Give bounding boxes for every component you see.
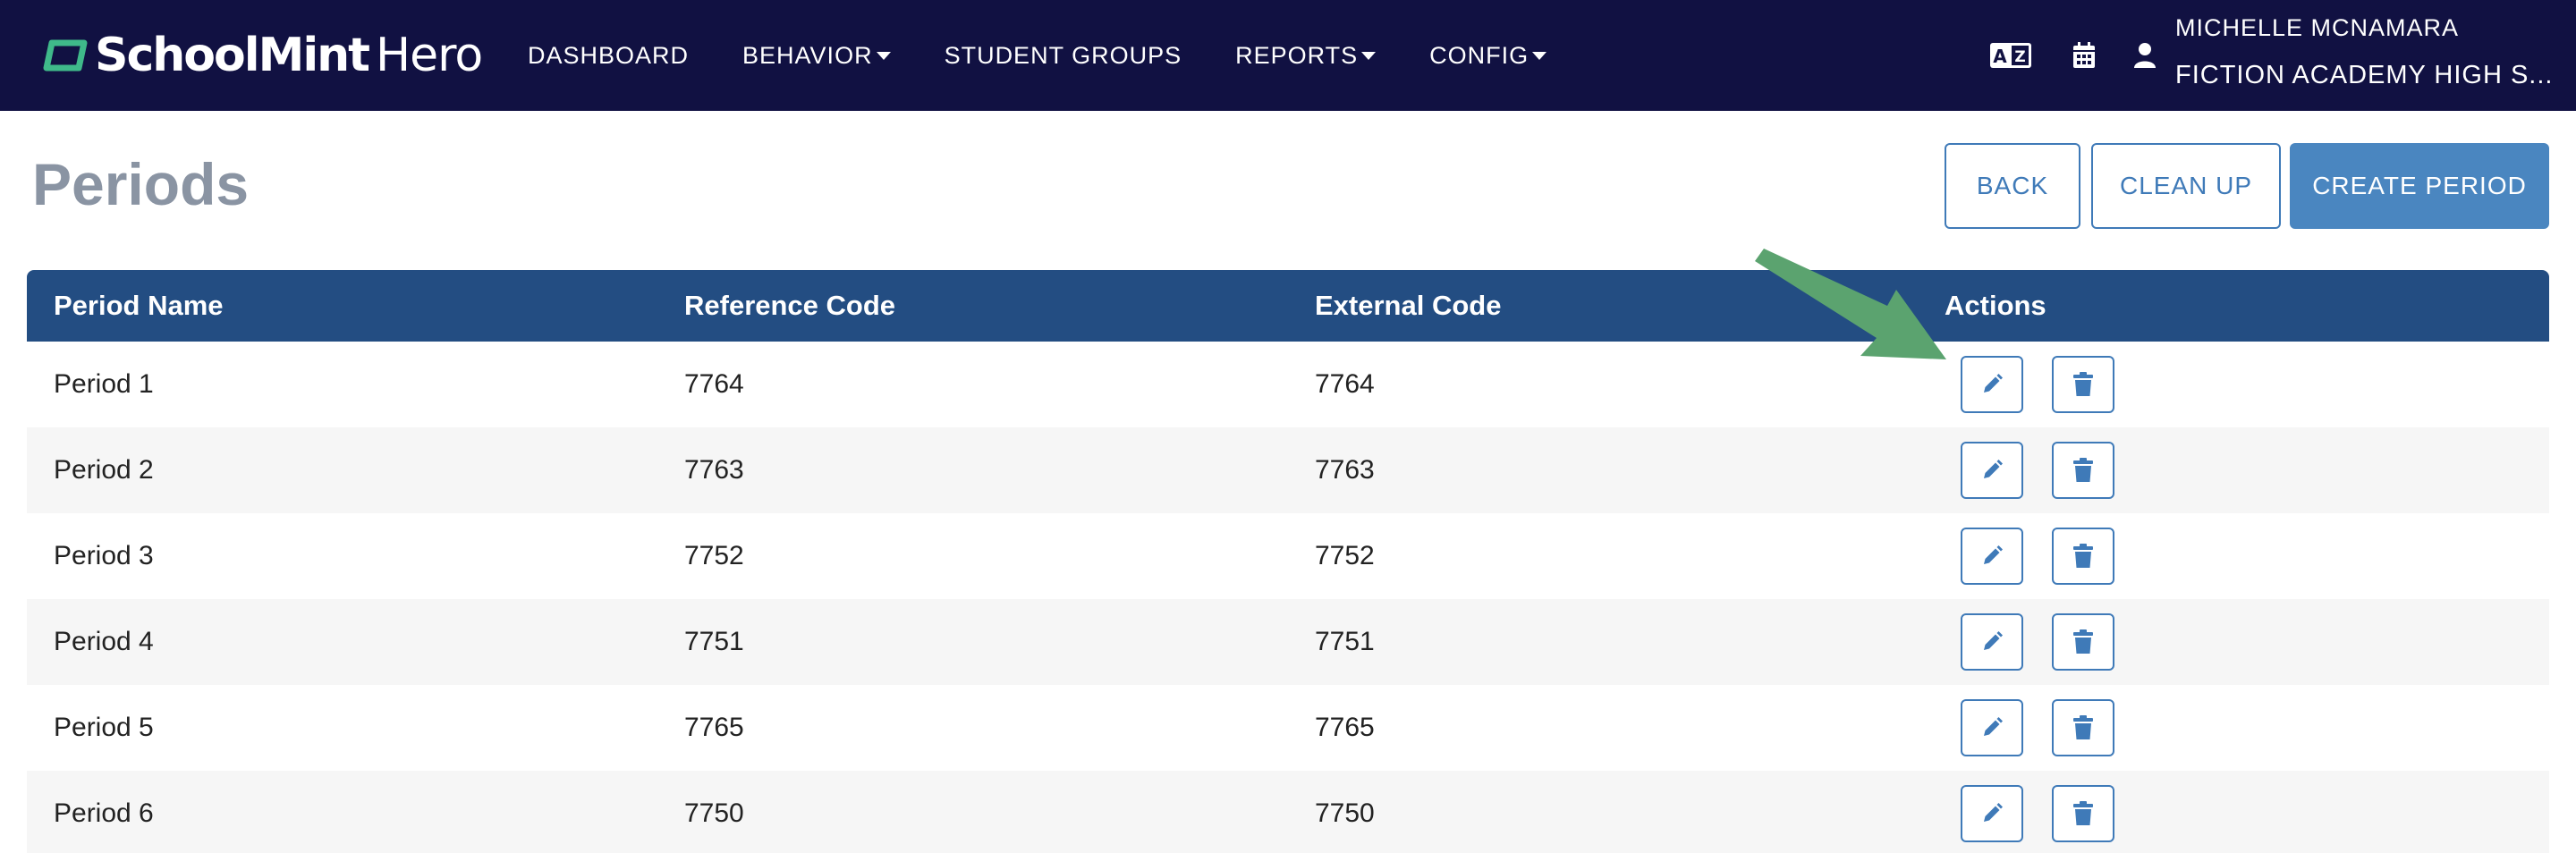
external-code: 7764 — [1315, 369, 1375, 399]
table-header: Period Name Reference Code External Code… — [27, 270, 2549, 342]
header-actions: Actions — [1945, 290, 2046, 321]
trash-icon — [2073, 458, 2093, 482]
external-code: 7765 — [1315, 713, 1375, 742]
trash-icon — [2073, 629, 2093, 654]
table-row: Period 3 7752 7752 — [27, 513, 2549, 599]
edit-button[interactable] — [1961, 356, 2023, 413]
trash-icon — [2073, 715, 2093, 739]
reference-code: 7765 — [684, 713, 744, 742]
edit-button[interactable] — [1961, 613, 2023, 671]
page-title: Periods — [32, 151, 250, 217]
pencil-icon — [1984, 460, 2003, 478]
caret-down-icon — [1532, 51, 1547, 60]
external-code: 7750 — [1315, 798, 1375, 828]
table-row: Period 6 7750 7750 — [27, 771, 2549, 853]
header-external-code: External Code — [1315, 290, 1502, 321]
edit-button[interactable] — [1961, 699, 2023, 756]
period-name: Period 4 — [54, 627, 154, 656]
reference-code: 7763 — [684, 455, 744, 485]
brand-name-hero: Hero — [376, 29, 483, 82]
delete-button[interactable] — [2052, 613, 2114, 671]
caret-down-icon — [876, 51, 891, 60]
header-period-name: Period Name — [54, 290, 224, 321]
pencil-icon — [1984, 374, 2003, 393]
nav-student-groups[interactable]: STUDENT GROUPS — [945, 42, 1182, 70]
period-name: Period 1 — [54, 369, 154, 399]
period-name: Period 6 — [54, 798, 154, 828]
back-button[interactable]: BACK — [1945, 143, 2080, 229]
table-row: Period 5 7765 7765 — [27, 685, 2549, 771]
external-code: 7752 — [1315, 541, 1375, 570]
reference-code: 7752 — [684, 541, 744, 570]
external-code: 7763 — [1315, 455, 1375, 485]
calendar-icon[interactable] — [2063, 39, 2106, 72]
nav-student-groups-label: STUDENT GROUPS — [944, 41, 1182, 69]
main-nav: DASHBOARD BEHAVIOR STUDENT GROUPS REPORT… — [528, 0, 1600, 111]
annotation-arrow-icon — [1755, 249, 1946, 359]
language-icon[interactable]: A Z — [1989, 39, 2032, 72]
brand-name-school: SchoolMint — [95, 29, 370, 82]
delete-button[interactable] — [2052, 356, 2114, 413]
table-row: Period 4 7751 7751 — [27, 599, 2549, 685]
trash-icon — [2073, 544, 2093, 568]
user-name[interactable]: MICHELLE MCNAMARA — [2175, 14, 2459, 42]
svg-text:A: A — [1993, 46, 2007, 67]
clean-up-button[interactable]: CLEAN UP — [2091, 143, 2281, 229]
create-period-button[interactable]: CREATE PERIOD — [2290, 143, 2549, 229]
pencil-icon — [1984, 631, 2003, 650]
brand-logo[interactable]: SchoolMint Hero — [43, 25, 483, 86]
nav-dashboard-label: DASHBOARD — [528, 41, 690, 69]
edit-button[interactable] — [1961, 785, 2023, 842]
period-name: Period 2 — [54, 455, 154, 485]
caret-down-icon — [1361, 51, 1377, 60]
nav-reports-label: REPORTS — [1235, 41, 1359, 69]
delete-button[interactable] — [2052, 699, 2114, 756]
trash-icon — [2073, 801, 2093, 825]
nav-config[interactable]: CONFIG — [1429, 41, 1547, 70]
edit-button[interactable] — [1961, 528, 2023, 585]
pencil-icon — [1984, 717, 2003, 736]
nav-behavior[interactable]: BEHAVIOR — [742, 42, 891, 70]
pencil-icon — [1984, 545, 2003, 564]
period-name: Period 3 — [54, 541, 154, 570]
top-navbar: SchoolMint Hero DASHBOARD BEHAVIOR STUDE… — [0, 0, 2576, 111]
reference-code: 7764 — [684, 369, 744, 399]
delete-button[interactable] — [2052, 528, 2114, 585]
header-reference-code: Reference Code — [684, 290, 896, 321]
delete-button[interactable] — [2052, 442, 2114, 499]
nav-dashboard[interactable]: DASHBOARD — [528, 42, 689, 70]
user-icon[interactable] — [2123, 39, 2166, 72]
periods-table: Period Name Reference Code External Code… — [27, 270, 2549, 853]
reference-code: 7750 — [684, 798, 744, 828]
period-name: Period 5 — [54, 713, 154, 742]
trash-icon — [2073, 372, 2093, 396]
nav-config-label: CONFIG — [1429, 41, 1530, 69]
nav-reports[interactable]: REPORTS — [1235, 41, 1377, 70]
pencil-icon — [1984, 803, 2003, 822]
svg-text:Z: Z — [2014, 48, 2025, 66]
delete-button[interactable] — [2052, 785, 2114, 842]
external-code: 7751 — [1315, 627, 1375, 656]
edit-button[interactable] — [1961, 442, 2023, 499]
logo-mark-icon — [43, 39, 88, 72]
nav-behavior-label: BEHAVIOR — [742, 41, 873, 69]
school-name[interactable]: FICTION ACADEMY HIGH S... — [2175, 61, 2553, 90]
table-row: Period 1 7764 7764 — [27, 342, 2549, 427]
table-row: Period 2 7763 7763 — [27, 427, 2549, 513]
reference-code: 7751 — [684, 627, 744, 656]
